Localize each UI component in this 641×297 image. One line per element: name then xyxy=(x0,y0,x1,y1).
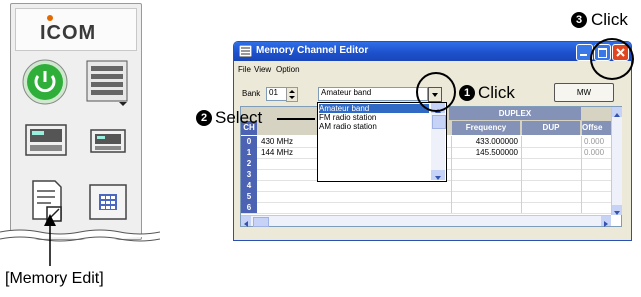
receiver-icon xyxy=(90,129,126,153)
column-divider xyxy=(521,158,522,169)
receiver-button[interactable] xyxy=(85,122,131,162)
list-dropdown-menu: Amateur band FM radio station AM radio s… xyxy=(317,102,447,182)
icom-logo-bar: ICOM xyxy=(15,8,137,51)
column-divider xyxy=(451,191,452,202)
bank-field[interactable]: 01 xyxy=(266,87,288,101)
row-offset-cell[interactable]: 0.000 xyxy=(584,136,611,147)
list-select[interactable]: Amateur band xyxy=(318,87,428,101)
step2-badge: 2 xyxy=(196,110,212,126)
grid-hscrollbar[interactable] xyxy=(241,215,611,227)
dropdown-scroll-down[interactable] xyxy=(431,170,445,180)
row-offset-cell[interactable]: 0.000 xyxy=(584,147,611,158)
dropdown-option-fm[interactable]: FM radio station xyxy=(319,113,429,122)
column-divider xyxy=(451,147,452,158)
step3-highlight-circle xyxy=(590,38,634,80)
memory-channel-editor-window: Memory Channel Editor File View Option B… xyxy=(233,41,632,241)
step1-badge: 1 xyxy=(459,85,475,101)
row-ch-cell: 6 xyxy=(241,202,257,213)
dropdown-scrollbar[interactable] xyxy=(431,103,446,180)
col-offset-header: Offse xyxy=(582,121,612,135)
column-divider xyxy=(521,202,522,213)
column-divider xyxy=(451,136,452,147)
icom-logo: ICOM xyxy=(40,22,97,44)
step1-label: Click xyxy=(478,83,515,102)
row-frequency-cell[interactable]: 433.000000 xyxy=(452,136,518,147)
menu-view[interactable]: View xyxy=(254,65,271,74)
bank-spinner[interactable] xyxy=(286,87,298,102)
row-ch-cell: 4 xyxy=(241,180,257,191)
chevron-up-icon xyxy=(614,113,620,117)
row-ch-cell: 2 xyxy=(241,158,257,169)
column-divider xyxy=(581,191,582,202)
menu-option[interactable]: Option xyxy=(276,65,300,74)
dropdown-option-am[interactable]: AM radio station xyxy=(319,122,429,131)
logo-dot xyxy=(47,15,53,21)
column-divider xyxy=(521,180,522,191)
column-divider xyxy=(451,180,452,191)
mw-button[interactable]: MW xyxy=(554,83,614,102)
row-ch-cell: 1 xyxy=(241,147,257,158)
dropdown-option-amateur[interactable]: Amateur band xyxy=(319,104,429,113)
window-title: Memory Channel Editor xyxy=(256,45,369,56)
table-row[interactable]: 6 xyxy=(241,202,611,214)
hscroll-thumb[interactable] xyxy=(253,217,269,227)
scroll-down-button[interactable] xyxy=(612,205,622,215)
row-ch-cell: 3 xyxy=(241,169,257,180)
column-divider xyxy=(581,158,582,169)
column-divider xyxy=(581,169,582,180)
column-divider xyxy=(451,158,452,169)
memory-edit-arrow xyxy=(44,214,56,266)
memory-edit-caption: [Memory Edit] xyxy=(5,270,104,287)
channel-list-button[interactable] xyxy=(83,58,133,108)
col-dup-header: DUP xyxy=(522,121,580,135)
chevron-right-icon xyxy=(604,221,608,227)
scroll-right-button[interactable] xyxy=(601,216,611,227)
column-divider xyxy=(451,202,452,213)
step3-label: Click xyxy=(591,10,628,29)
chevron-down-icon xyxy=(614,211,620,215)
column-divider xyxy=(521,191,522,202)
step3-badge: 3 xyxy=(571,12,587,28)
scroll-up-button[interactable] xyxy=(612,107,622,117)
step1-highlight-circle xyxy=(416,72,456,112)
launcher-panel: ICOM xyxy=(10,3,142,240)
row-ch-cell: 0 xyxy=(241,136,257,147)
transceiver-button[interactable] xyxy=(23,119,71,163)
row-ch-cell: 5 xyxy=(241,191,257,202)
menu-file[interactable]: File xyxy=(238,65,251,74)
column-divider xyxy=(581,136,582,147)
column-divider xyxy=(521,147,522,158)
panel-torn-edge xyxy=(0,229,160,242)
col-duplex-header: DUPLEX xyxy=(449,107,581,120)
spinner-icon xyxy=(289,90,295,99)
scroll-left-button[interactable] xyxy=(241,216,251,227)
chevron-left-icon xyxy=(244,221,248,227)
app-icon xyxy=(239,45,252,57)
power-icon xyxy=(22,59,68,105)
column-divider xyxy=(451,169,452,180)
power-button[interactable] xyxy=(17,55,73,109)
row-name-cell[interactable]: 430 MHz xyxy=(261,136,293,147)
column-divider xyxy=(521,136,522,147)
step2-label: Select xyxy=(215,108,263,127)
step2-pointer-line xyxy=(277,118,315,120)
column-divider xyxy=(581,180,582,191)
column-divider xyxy=(521,169,522,180)
column-divider xyxy=(581,147,582,158)
channel-list-icon xyxy=(86,60,128,106)
grid-vscrollbar[interactable] xyxy=(611,107,622,215)
col-frequency-header: Frequency xyxy=(452,121,520,135)
keypad-icon xyxy=(89,184,127,220)
minimize-icon xyxy=(580,54,587,56)
chevron-down-icon xyxy=(435,176,441,180)
keypad-button[interactable] xyxy=(87,182,129,222)
column-divider xyxy=(581,202,582,213)
bank-label: Bank xyxy=(242,89,261,98)
window-titlebar[interactable]: Memory Channel Editor xyxy=(234,42,631,61)
row-name-cell[interactable]: 144 MHz xyxy=(261,147,293,158)
row-frequency-cell[interactable]: 145.500000 xyxy=(452,147,518,158)
dropdown-scroll-thumb[interactable] xyxy=(432,115,446,129)
transceiver-icon xyxy=(25,124,67,156)
